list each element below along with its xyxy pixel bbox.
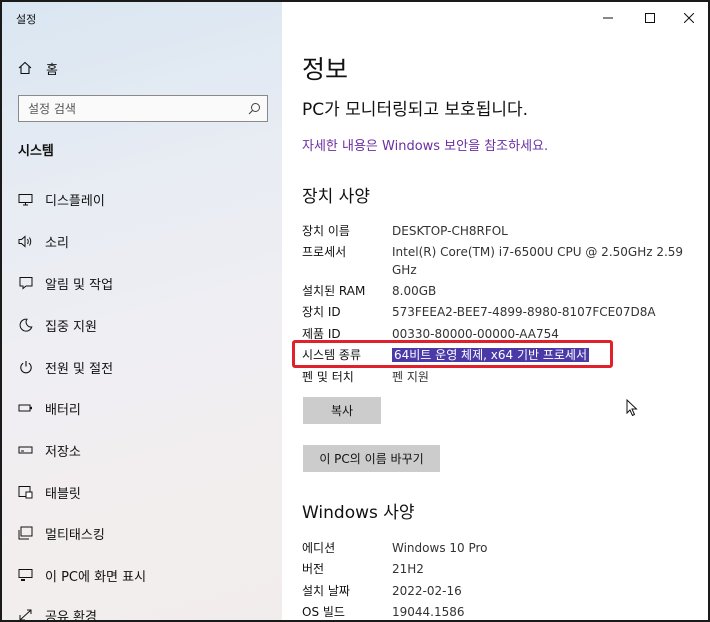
multitasking-icon — [18, 526, 33, 541]
windows-specs-heading: Windows 사양 — [302, 503, 415, 523]
spec-label: 에디션 — [302, 541, 336, 555]
mouse-cursor-icon — [626, 399, 638, 417]
window-title: 설정 — [16, 13, 37, 26]
sidebar-home-label: 홈 — [46, 62, 58, 78]
sidebar-item-label: 집중 지원 — [45, 319, 97, 335]
rename-pc-button[interactable]: 이 PC의 이름 바꾸기 — [303, 445, 440, 472]
sidebar-item-label: 디스플레이 — [45, 193, 105, 209]
copy-button[interactable]: 복사 — [303, 397, 381, 424]
sidebar-item-notifications[interactable]: 알림 및 작업 — [18, 272, 113, 294]
power-icon — [18, 360, 33, 375]
sidebar-item-label: 저장소 — [45, 444, 81, 460]
sidebar-item-sound[interactable]: 소리 — [18, 230, 69, 252]
sidebar-item-power[interactable]: 전원 및 절전 — [18, 356, 113, 378]
notification-icon — [18, 276, 33, 291]
sidebar-item-label: 배터리 — [45, 402, 81, 418]
sidebar-item-multitasking[interactable]: 멀티태스킹 — [18, 522, 105, 544]
spec-label: 프로세서 — [302, 245, 347, 259]
spec-value: 2022-02-16 — [392, 584, 462, 598]
sidebar-item-label: 태블릿 — [45, 486, 81, 502]
spec-label: 펜 및 터치 — [302, 370, 354, 384]
search-icon — [248, 102, 261, 115]
sidebar-item-label: 멀티태스킹 — [45, 527, 105, 543]
storage-icon — [18, 443, 33, 458]
spec-label: 장치 이름 — [302, 224, 350, 238]
sidebar-item-storage[interactable]: 저장소 — [18, 439, 81, 461]
sidebar-section-title: 시스템 — [18, 144, 54, 159]
sidebar-item-tablet[interactable]: 태블릿 — [18, 481, 81, 503]
speaker-icon — [18, 234, 33, 249]
spec-label: OS 빌드 — [302, 605, 345, 619]
sidebar-item-focus[interactable]: 집중 지원 — [18, 314, 97, 336]
sidebar-item-label: 알림 및 작업 — [45, 277, 114, 293]
windows-security-link[interactable]: 자세한 내용은 Windows 보안을 참조하세요. — [302, 135, 548, 154]
search-input[interactable]: 설정 검색 — [18, 95, 268, 122]
share-icon — [18, 608, 33, 620]
sidebar-item-label: 소리 — [45, 235, 69, 251]
spec-label: 설치 날짜 — [302, 584, 350, 598]
project-icon — [18, 568, 33, 583]
sidebar-item-label: 이 PC에 화면 표시 — [45, 569, 147, 585]
sidebar-item-label: 전원 및 절전 — [45, 361, 114, 377]
spec-value: 19044.1586 — [392, 605, 465, 619]
spec-label: 설치된 RAM — [302, 284, 366, 298]
spec-value: 21H2 — [392, 562, 424, 576]
battery-icon — [18, 401, 33, 416]
main-content: 정보 PC가 모니터링되고 보호됩니다. 자세한 내용은 Windows 보안을… — [282, 2, 708, 620]
home-icon — [18, 61, 32, 75]
monitor-icon — [18, 192, 33, 207]
device-specs-heading: 장치 사양 — [302, 187, 370, 207]
spec-label: 버전 — [302, 562, 325, 576]
sidebar-item-project[interactable]: 이 PC에 화면 표시 — [18, 564, 146, 586]
moon-icon — [18, 318, 33, 333]
sidebar-item-battery[interactable]: 배터리 — [18, 397, 81, 419]
sidebar-item-share[interactable]: 공유 환경 — [18, 604, 97, 622]
page-title: 정보 — [302, 55, 349, 84]
spec-value: 8.00GB — [392, 284, 437, 298]
spec-value: 573FEEA2-BEE7-4899-8980-8107FCE07D8A — [392, 305, 656, 319]
spec-value: Intel(R) Core(TM) i7-6500U CPU @ 2.50GHz… — [392, 245, 684, 277]
spec-label: 장치 ID — [302, 305, 341, 319]
sidebar-item-display[interactable]: 디스플레이 — [18, 188, 105, 210]
sidebar-item-label: 공유 환경 — [45, 609, 97, 622]
tablet-icon — [18, 485, 33, 500]
settings-window: 설정 홈 설정 검색 시스템 디스플레이 소리 알림 및 작업 집중 지원 전원… — [0, 0, 710, 622]
spec-value: Windows 10 Pro — [392, 541, 488, 555]
search-placeholder: 설정 검색 — [28, 102, 76, 116]
spec-value: DESKTOP-CH8RFOL — [392, 224, 508, 238]
annotation-highlight-box — [292, 340, 613, 368]
sidebar: 설정 홈 설정 검색 시스템 디스플레이 소리 알림 및 작업 집중 지원 전원… — [2, 2, 282, 622]
sidebar-home[interactable]: 홈 — [18, 58, 58, 78]
spec-value: 펜 지원 — [392, 370, 429, 384]
protection-status: PC가 모니터링되고 보호됩니다. — [302, 100, 529, 120]
